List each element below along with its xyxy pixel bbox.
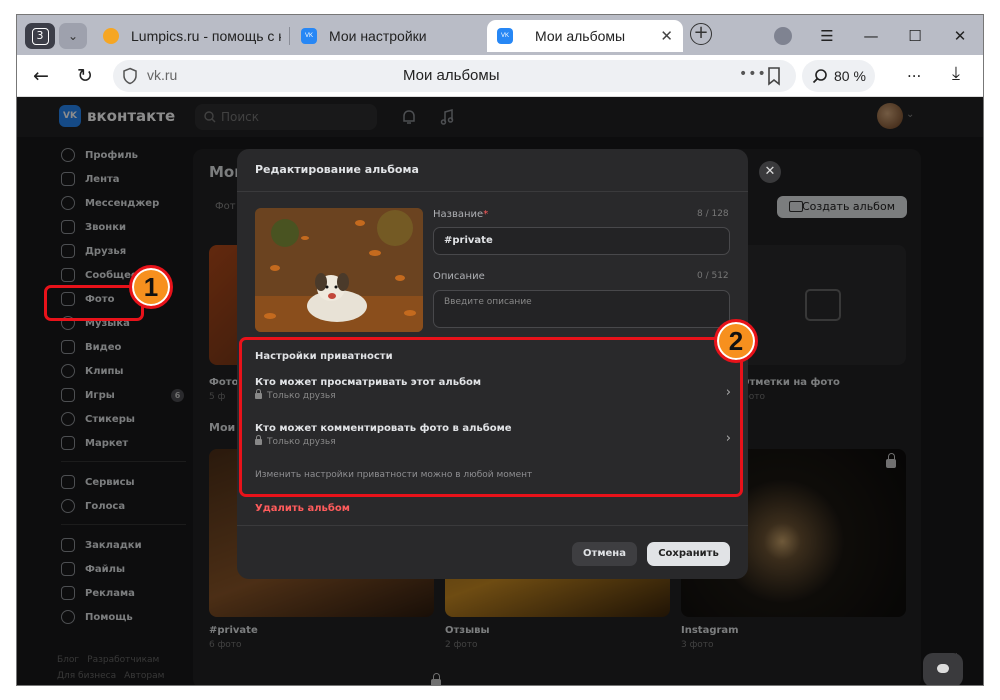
- delete-album-link[interactable]: Удалить альбом: [255, 503, 350, 514]
- tab-count-button[interactable]: 3: [25, 23, 55, 49]
- zoom-level: 80 %: [834, 68, 866, 84]
- reload-icon[interactable]: ↻: [73, 64, 97, 88]
- annotation-box-privacy: [239, 337, 743, 497]
- name-label: Название*: [433, 209, 489, 220]
- tab-count: 3: [31, 27, 49, 45]
- more-dots-icon[interactable]: •••: [739, 66, 767, 82]
- url-field[interactable]: vk.ru Мои альбомы •••: [113, 60, 796, 92]
- more-button[interactable]: ...: [907, 63, 921, 81]
- address-bar: ← ↻ vk.ru Мои альбомы ••• 80 % ... ⤓: [17, 55, 983, 97]
- tab-separator: [289, 27, 290, 45]
- vk-icon: VK: [301, 28, 317, 44]
- tab-title: Lumpics.ru - помощь с ко: [131, 28, 281, 44]
- annotation-number: 1: [129, 265, 173, 309]
- annotation-number: 2: [714, 319, 758, 363]
- url-page-title: Мои альбомы: [403, 67, 500, 84]
- description-label: Описание: [433, 271, 485, 282]
- tab-title: Мои альбомы: [535, 28, 626, 44]
- dialog-divider: [237, 191, 748, 192]
- tab-my-settings[interactable]: VK Мои настройки: [301, 20, 481, 52]
- dog-photo: [255, 208, 423, 332]
- vk-page: VK вконтакте Поиск ⌄ Профиль Лента Мессе…: [17, 97, 983, 685]
- browser-window: 3 ⌄ Lumpics.ru - помощь с ко VK Мои наст…: [16, 14, 984, 686]
- maximize-icon[interactable]: ☐: [902, 23, 928, 49]
- profile-icon[interactable]: [774, 27, 792, 45]
- orange-dot-icon: [103, 28, 119, 44]
- bookmark-icon[interactable]: [765, 66, 783, 86]
- menu-icon[interactable]: ☰: [814, 23, 840, 49]
- cancel-button[interactable]: Отмена: [572, 542, 637, 566]
- save-button[interactable]: Сохранить: [647, 542, 730, 566]
- tab-my-albums[interactable]: VK Мои альбомы ✕: [487, 20, 683, 52]
- description-counter: 0 / 512: [697, 271, 729, 281]
- album-cover-image[interactable]: [255, 208, 423, 332]
- dialog-divider: [237, 525, 748, 526]
- chat-icon[interactable]: [923, 653, 963, 685]
- close-icon[interactable]: ✕: [759, 161, 781, 183]
- tab-lumpics[interactable]: Lumpics.ru - помощь с ко: [103, 20, 281, 52]
- shield-icon: [123, 67, 137, 85]
- chevron-down-icon[interactable]: ⌄: [59, 23, 87, 49]
- zoom-magnifier-icon: [812, 69, 827, 84]
- name-counter: 8 / 128: [697, 209, 729, 219]
- description-placeholder: Введите описание: [444, 297, 532, 307]
- tab-title: Мои настройки: [329, 28, 427, 44]
- album-name-value: #private: [444, 235, 493, 246]
- album-name-input[interactable]: #private: [433, 227, 730, 255]
- close-tab-icon[interactable]: ✕: [660, 27, 673, 45]
- url-text: vk.ru: [147, 67, 178, 83]
- zoom-control[interactable]: 80 %: [802, 60, 875, 92]
- tab-strip: 3 ⌄ Lumpics.ru - помощь с ко VK Мои наст…: [17, 15, 983, 55]
- dialog-title: Редактирование альбома: [255, 163, 419, 176]
- minimize-icon[interactable]: —: [858, 23, 884, 49]
- download-icon[interactable]: ⤓: [952, 63, 960, 84]
- new-tab-icon[interactable]: +: [690, 23, 712, 45]
- close-window-icon[interactable]: ✕: [947, 23, 973, 49]
- vk-icon: VK: [497, 28, 513, 44]
- description-textarea[interactable]: Введите описание: [433, 290, 730, 328]
- back-icon[interactable]: ←: [29, 64, 53, 88]
